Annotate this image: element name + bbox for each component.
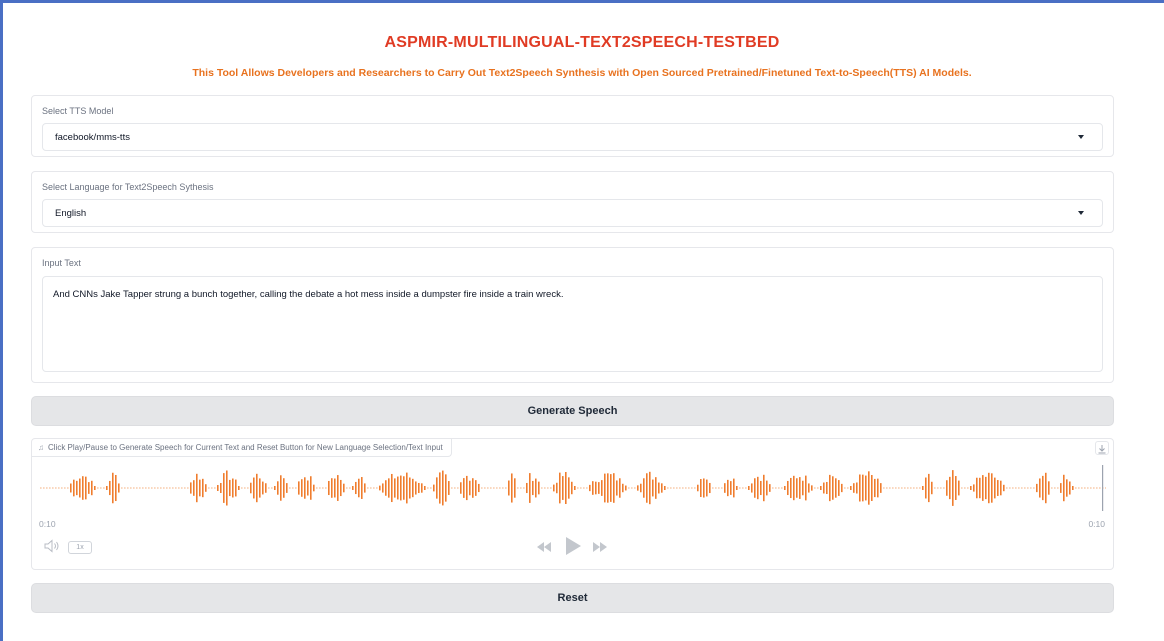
language-label: Select Language for Text2Speech Sythesis — [42, 182, 214, 192]
skip-forward-icon[interactable] — [592, 540, 608, 559]
current-time: 0:10 — [39, 519, 56, 529]
language-dropdown[interactable]: English — [42, 199, 1103, 227]
music-note-icon: ♫ — [38, 443, 44, 452]
tts-model-value: facebook/mms-tts — [55, 132, 130, 143]
audio-label: Click Play/Pause to Generate Speech for … — [48, 443, 443, 452]
page-subtitle: This Tool Allows Developers and Research… — [192, 67, 972, 79]
volume-icon[interactable] — [44, 539, 62, 558]
playback-rate-button[interactable]: 1x — [68, 541, 92, 554]
duration-time: 0:10 — [1088, 519, 1105, 529]
tts-model-label: Select TTS Model — [42, 106, 114, 116]
playhead-cursor[interactable] — [1102, 465, 1104, 511]
page-title: ASPMIR-MULTILINGUAL-TEXT2SPEECH-TESTBED — [384, 34, 780, 51]
language-panel: Select Language for Text2Speech Sythesis… — [31, 171, 1114, 233]
download-icon[interactable] — [1095, 441, 1109, 455]
play-icon[interactable] — [564, 536, 582, 561]
tts-model-dropdown[interactable]: facebook/mms-tts — [42, 123, 1103, 151]
chevron-down-icon — [1078, 135, 1084, 139]
input-textarea[interactable]: And CNNs Jake Tapper strung a bunch toge… — [42, 276, 1103, 372]
audio-label-tab: ♫ Click Play/Pause to Generate Speech for… — [32, 439, 452, 457]
chevron-down-icon — [1078, 211, 1084, 215]
input-text-value: And CNNs Jake Tapper strung a bunch toge… — [53, 289, 564, 300]
audio-player-panel: ♫ Click Play/Pause to Generate Speech for… — [31, 438, 1114, 570]
reset-button[interactable]: Reset — [31, 583, 1114, 613]
input-text-label: Input Text — [42, 258, 81, 268]
audio-waveform[interactable] — [40, 463, 1106, 513]
generate-speech-button[interactable]: Generate Speech — [31, 396, 1114, 426]
skip-back-icon[interactable] — [536, 540, 552, 559]
input-text-panel: Input Text And CNNs Jake Tapper strung a… — [31, 247, 1114, 383]
tts-model-panel: Select TTS Model facebook/mms-tts — [31, 95, 1114, 157]
language-value: English — [55, 208, 87, 219]
